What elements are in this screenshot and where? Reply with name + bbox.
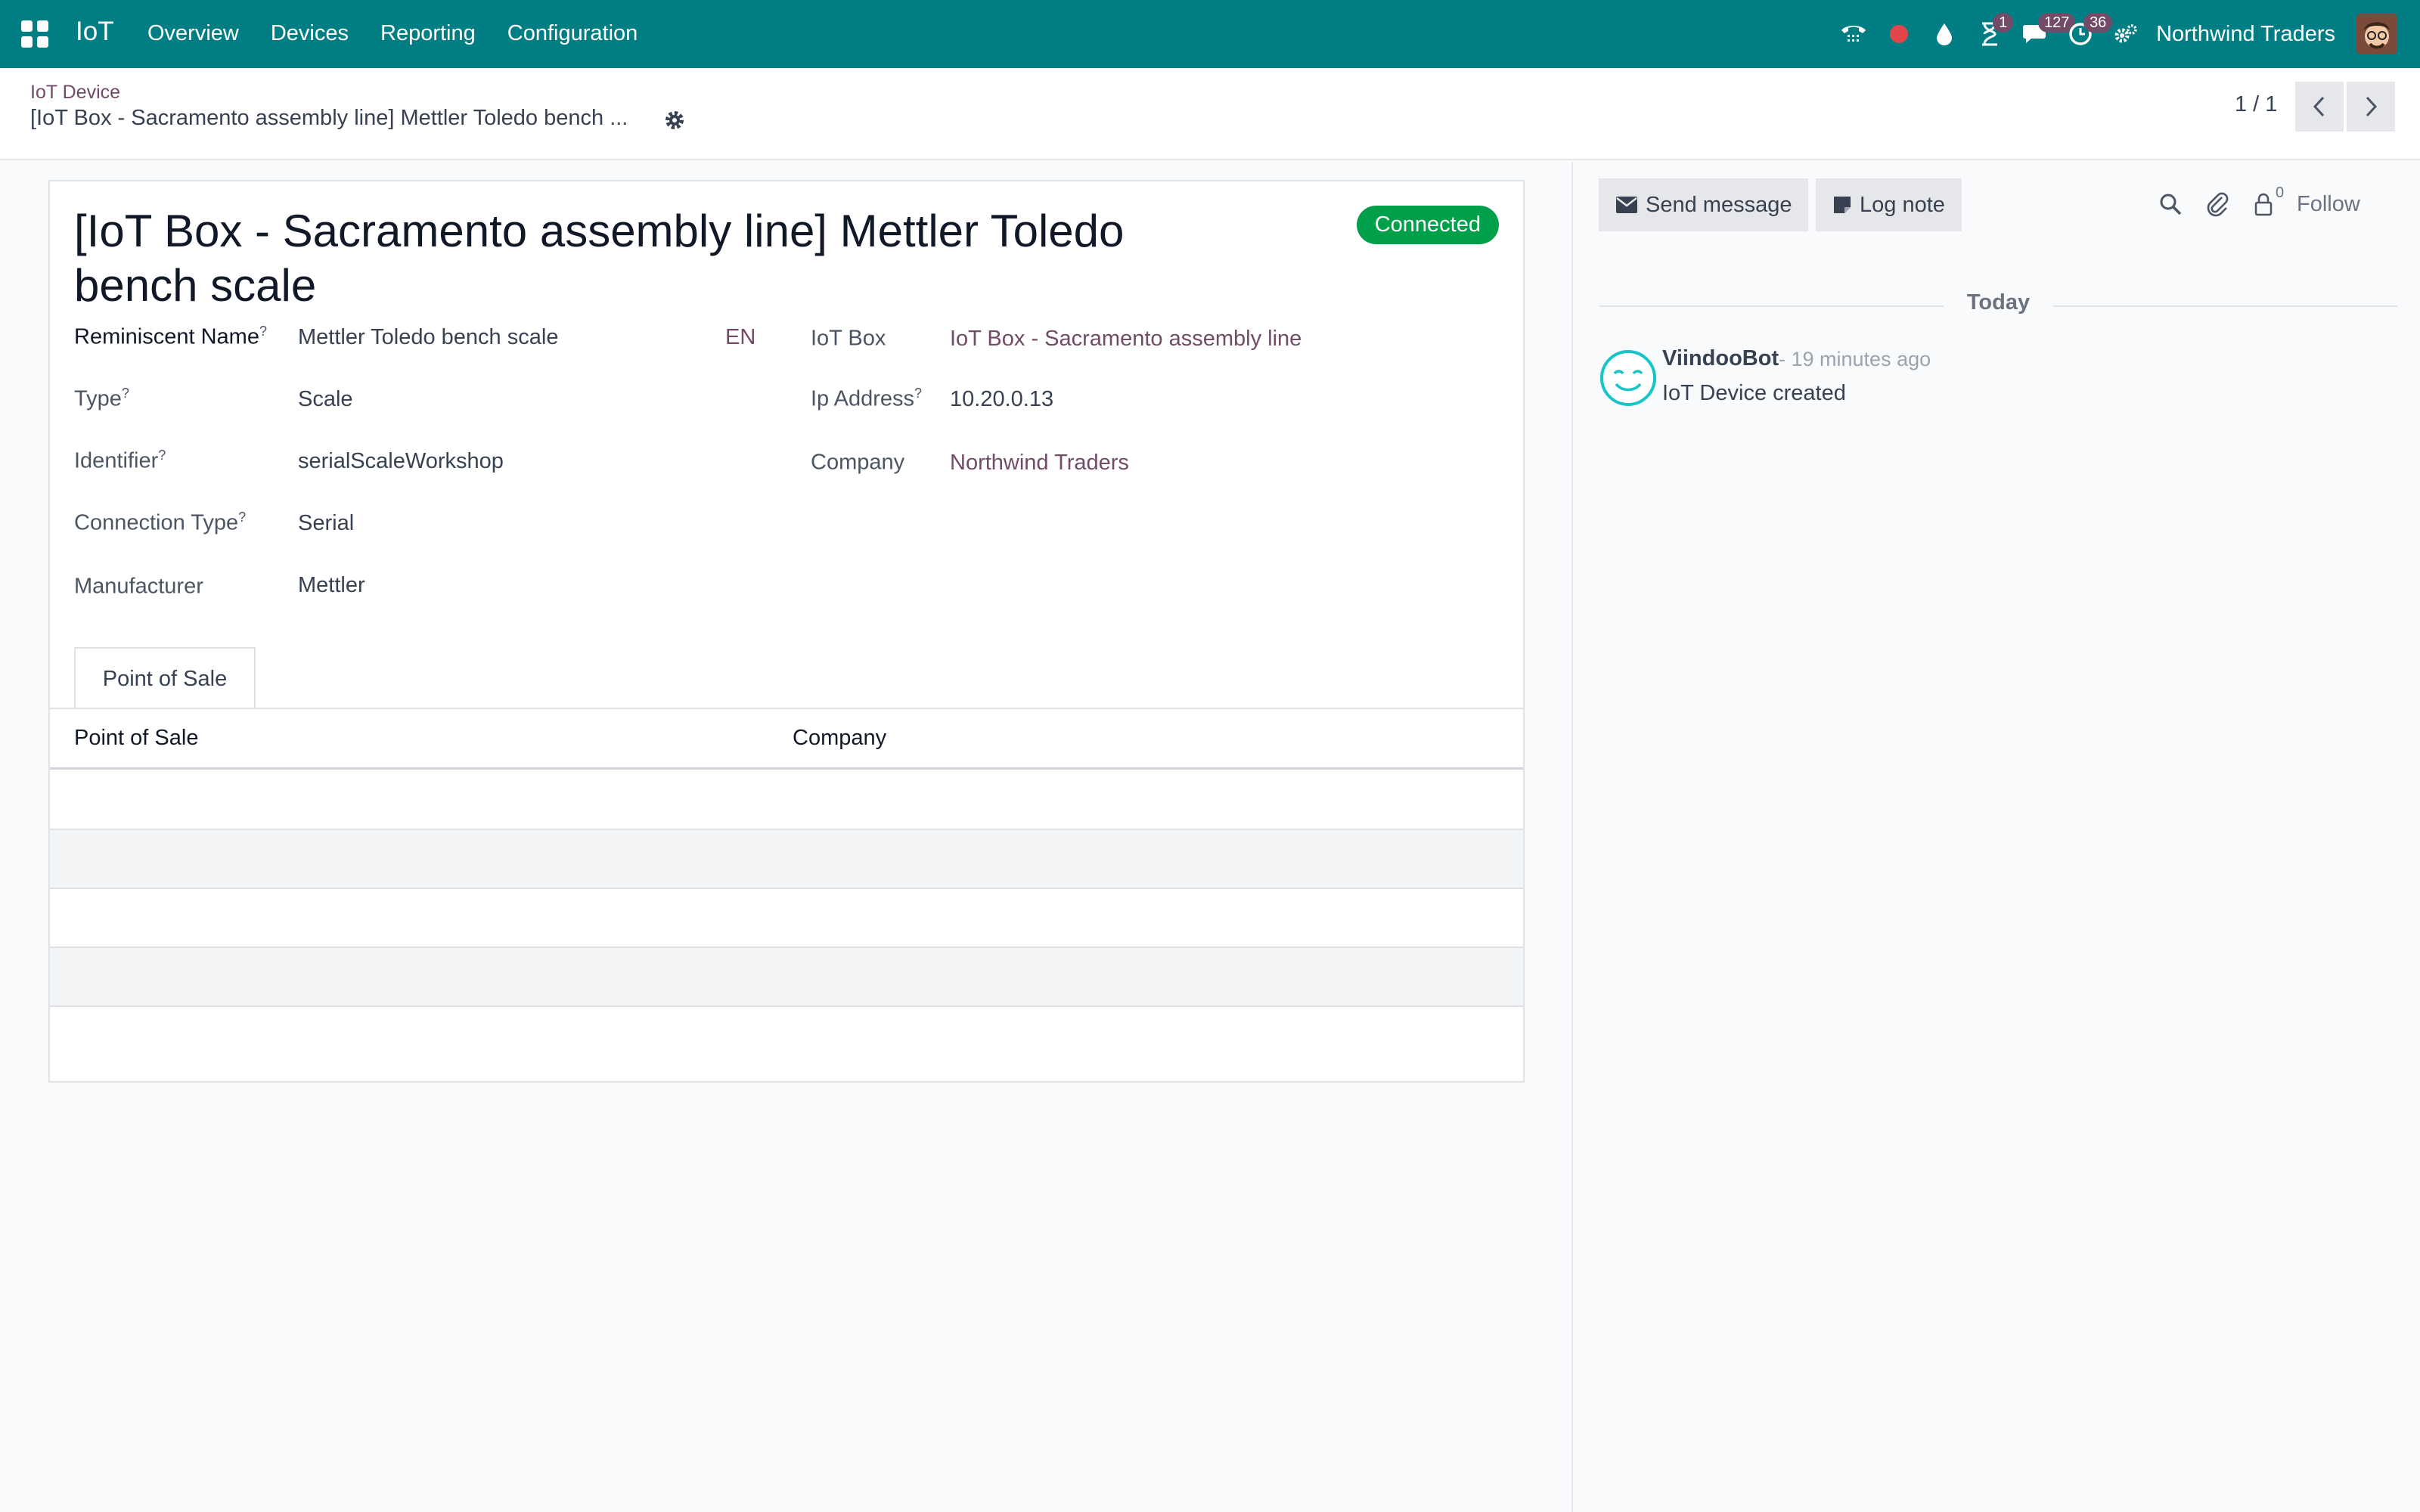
- field-label-reminiscent-name: Reminiscent Name?: [74, 324, 267, 349]
- chatter-panel: Send message Log note 0 Follow Today Vii…: [1571, 162, 2420, 1512]
- field-label-company: Company: [811, 450, 905, 475]
- follow-button[interactable]: Follow: [2297, 192, 2360, 217]
- manufacturer-field[interactable]: Mettler: [298, 573, 365, 598]
- breadcrumb-parent[interactable]: IoT Device: [30, 82, 120, 104]
- message-timestamp: - 19 minutes ago: [1779, 348, 1931, 370]
- message-body: IoT Device created: [1662, 381, 1846, 405]
- table-header: Point of Sale Company: [50, 709, 1523, 770]
- date-separator: Today: [1599, 290, 2397, 321]
- menu-item-reporting[interactable]: Reporting: [380, 21, 476, 46]
- field-label-connection-type: Connection Type?: [74, 510, 247, 535]
- pager-value[interactable]: 1 / 1: [2235, 92, 2277, 117]
- chevron-left-icon: [2313, 96, 2325, 117]
- menu-item-devices[interactable]: Devices: [271, 21, 349, 46]
- field-label-manufacturer: Manufacturer: [74, 574, 203, 599]
- search-icon[interactable]: [2155, 189, 2186, 219]
- column-header-company[interactable]: Company: [793, 726, 886, 751]
- messages-icon[interactable]: 127: [2012, 0, 2076, 68]
- apps-menu-icon[interactable]: [21, 20, 48, 48]
- menu-item-configuration[interactable]: Configuration: [507, 21, 638, 46]
- send-message-button[interactable]: Send message: [1599, 178, 1809, 231]
- reminiscent-name-field[interactable]: Mettler Toledo bench scale: [298, 325, 558, 350]
- field-label-ip-address: Ip Address?: [811, 386, 923, 411]
- date-separator-label: Today: [1966, 290, 2031, 314]
- type-field[interactable]: Scale: [298, 387, 353, 412]
- phone-icon[interactable]: [1831, 0, 1876, 68]
- status-badge: Connected: [1356, 206, 1499, 244]
- company-switcher[interactable]: Northwind Traders: [2156, 22, 2335, 47]
- send-message-label: Send message: [1646, 192, 1792, 217]
- menu-item-overview[interactable]: Overview: [147, 21, 239, 46]
- top-navbar: IoT Overview Devices Reporting Configura…: [0, 0, 2420, 68]
- table-row: [50, 889, 1523, 948]
- language-button[interactable]: EN: [725, 325, 755, 350]
- ip-address-field[interactable]: 10.20.0.13: [950, 387, 1053, 412]
- iot-box-link[interactable]: IoT Box - Sacramento assembly line: [950, 327, 1302, 352]
- form-sheet: [IoT Box - Sacramento assembly line] Met…: [48, 180, 1525, 1083]
- activity-badge: 1: [1993, 13, 2014, 33]
- pager-next-button[interactable]: [2347, 82, 2395, 132]
- connection-type-field[interactable]: Serial: [298, 511, 354, 536]
- table-row[interactable]: [50, 771, 1523, 830]
- main-menu: Overview Devices Reporting Configuration: [147, 21, 638, 46]
- device-name-title[interactable]: [IoT Box - Sacramento assembly line] Met…: [74, 204, 1178, 313]
- followers-count: 0: [2276, 184, 2285, 201]
- breadcrumb-current: [IoT Box - Sacramento assembly line] Met…: [30, 106, 628, 130]
- hourglass-icon[interactable]: 1: [1967, 0, 2014, 68]
- paperclip-icon[interactable]: [2202, 189, 2232, 219]
- tab-point-of-sale[interactable]: Point of Sale: [74, 647, 256, 709]
- envelope-icon: [1616, 197, 1637, 213]
- app-name[interactable]: IoT: [76, 17, 114, 47]
- log-note-label: Log note: [1860, 192, 1945, 217]
- user-avatar[interactable]: [2356, 14, 2397, 54]
- log-note-button[interactable]: Log note: [1816, 178, 1962, 231]
- table-row: [50, 830, 1523, 889]
- field-label-iot-box: IoT Box: [811, 326, 886, 351]
- followers-lock-icon[interactable]: [2248, 189, 2279, 219]
- settings-gears-icon[interactable]: [2103, 0, 2149, 68]
- message-author[interactable]: ViindooBot: [1662, 346, 1779, 371]
- field-label-identifier: Identifier?: [74, 448, 166, 473]
- column-header-point-of-sale[interactable]: Point of Sale: [74, 726, 198, 751]
- bot-avatar: [1599, 349, 1657, 407]
- note-icon: [1834, 197, 1851, 213]
- activities-clock-icon[interactable]: 36: [2058, 0, 2113, 68]
- gear-icon[interactable]: [662, 107, 687, 133]
- record-icon[interactable]: [1876, 0, 1922, 68]
- company-link[interactable]: Northwind Traders: [950, 451, 1129, 476]
- field-label-type: Type?: [74, 386, 129, 411]
- drop-icon[interactable]: [1922, 0, 1967, 68]
- pager-previous-button[interactable]: [2295, 82, 2344, 132]
- chevron-right-icon: [2366, 96, 2378, 117]
- systray: 1 127 36 Northwind Traders: [1831, 0, 2420, 68]
- identifier-field[interactable]: serialScaleWorkshop: [298, 449, 504, 474]
- control-panel: IoT Device [IoT Box - Sacramento assembl…: [0, 68, 2420, 160]
- table-row: [50, 948, 1523, 1007]
